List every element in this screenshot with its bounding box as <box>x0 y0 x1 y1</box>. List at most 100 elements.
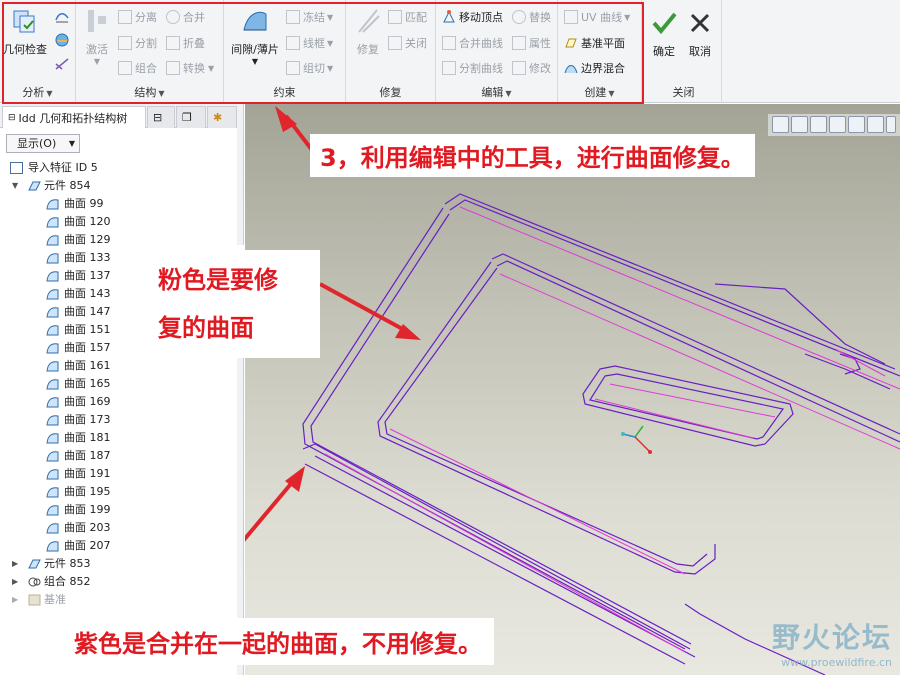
collapse-icon[interactable]: ▶ <box>12 591 18 609</box>
analysis-small-icon-1[interactable] <box>54 8 70 24</box>
group-title-analysis[interactable]: 分析 ▼ <box>0 84 75 100</box>
freeze-tool[interactable]: 冻结 ▼ <box>286 9 333 25</box>
modify-tool[interactable]: 修改 <box>512 60 551 76</box>
tree-item-surface[interactable]: 曲面 199 <box>0 501 243 519</box>
close-icon <box>690 13 710 33</box>
surface-icon <box>46 451 59 462</box>
tree-item-surface[interactable]: 曲面 187 <box>0 447 243 465</box>
activate-caret-icon: ▼ <box>93 57 101 66</box>
boundary-blend-tool[interactable]: 边界混合 <box>564 60 625 76</box>
match-tool[interactable]: 匹配 <box>388 9 427 25</box>
tab-favorites[interactable]: ✱ <box>207 106 237 128</box>
tree-item-element-853[interactable]: ▶ 元件 853 <box>0 555 243 573</box>
tree-item-combine-852[interactable]: ▶ 组合 852 <box>0 573 243 591</box>
combine-icon <box>118 61 132 75</box>
tree-item-surface[interactable]: 曲面 195 <box>0 483 243 501</box>
model-wireframe <box>245 106 900 675</box>
show-dropdown[interactable]: 显示(O) ▼ <box>6 134 80 153</box>
merge-tool[interactable]: 合并 <box>166 9 205 25</box>
modify-icon <box>512 61 526 75</box>
uv-curve-tool[interactable]: UV 曲线 ▼ <box>564 9 630 25</box>
tree-item-surface[interactable]: 曲面 165 <box>0 375 243 393</box>
tree-item-surface[interactable]: 曲面 181 <box>0 429 243 447</box>
layers-icon: ❐ <box>182 111 192 124</box>
surface-icon <box>46 325 59 336</box>
merge-curves-tool[interactable]: 合并曲线 <box>442 35 503 51</box>
split-curves-tool[interactable]: 分割曲线 <box>442 60 503 76</box>
geometry-check-button[interactable]: 几何检查 <box>2 6 48 57</box>
analysis-small-icon-2[interactable] <box>54 32 70 48</box>
uv-curve-icon <box>564 10 578 24</box>
split-label: 分割 <box>135 37 157 50</box>
expand-icon[interactable]: ▼ <box>12 177 18 195</box>
attributes-tool[interactable]: 属性 <box>512 35 551 51</box>
match-icon <box>388 10 402 24</box>
wireframe-tool[interactable]: 线框 ▼ <box>286 35 333 51</box>
group-title-structure[interactable]: 结构 ▼ <box>76 84 223 100</box>
tree-item-surface[interactable]: 曲面 173 <box>0 411 243 429</box>
tree-item-label: 曲面 169 <box>64 395 111 408</box>
activate-button[interactable]: 激活 ▼ <box>80 6 114 66</box>
surface-icon <box>46 271 59 282</box>
analysis-small-icon-3[interactable] <box>54 56 70 72</box>
datum-plane-tool[interactable]: 基准平面 <box>564 35 625 51</box>
gap-patch-label: 间隙/薄片 <box>231 43 279 56</box>
close-tool[interactable]: 关闭 <box>388 35 427 51</box>
ok-button[interactable]: 确定 <box>648 8 680 59</box>
separate-tool[interactable]: 分离 <box>118 9 157 25</box>
tab-topology-tree-label: Idd 几何和拓扑结构树 <box>18 111 128 125</box>
move-vertex-tool[interactable]: 移动顶点 <box>442 9 503 25</box>
split-tool[interactable]: 分割 <box>118 35 157 51</box>
surface-icon <box>46 433 59 444</box>
collapse-icon[interactable]: ▶ <box>12 555 18 573</box>
tree-item-label: 导入特征 ID 5 <box>28 161 98 174</box>
tree-item-element-854[interactable]: ▼ 元件 854 <box>0 177 243 195</box>
tab-structure[interactable]: ⊟ <box>147 106 175 128</box>
collapse-icon[interactable]: ▶ <box>12 573 18 591</box>
callout-pink-surfaces-overlay: 粉色是要修 复的曲面 <box>150 250 320 358</box>
merge-label: 合并 <box>183 11 205 24</box>
surface-icon <box>46 343 59 354</box>
groupcut-icon <box>286 61 300 75</box>
modify-label: 修改 <box>529 62 551 75</box>
groupcut-tool[interactable]: 组切 ▼ <box>286 60 333 76</box>
edit-title: 编辑 <box>481 86 504 99</box>
datum-icon <box>28 594 41 606</box>
tab-topology-tree[interactable]: ⊟ Idd 几何和拓扑结构树 <box>2 106 146 128</box>
surface-icon <box>46 415 59 426</box>
tree-item-datum[interactable]: ▶ 基准 <box>0 591 243 609</box>
split-curves-icon <box>442 61 456 75</box>
group-title-create[interactable]: 创建 ▼ <box>558 84 641 100</box>
structure-title: 结构 <box>134 86 157 99</box>
convert-caret-icon: ▼ <box>208 63 215 73</box>
group-title-edit[interactable]: 编辑 ▼ <box>436 84 557 100</box>
merge-curves-icon <box>442 36 456 50</box>
tree-item-import-feature[interactable]: 导入特征 ID 5 <box>0 159 243 177</box>
tree-item-surface[interactable]: 曲面 99 <box>0 195 243 213</box>
tree-item-surface[interactable]: 曲面 203 <box>0 519 243 537</box>
convert-tool[interactable]: 转换 ▼ <box>166 60 214 76</box>
tree-item-surface[interactable]: 曲面 120 <box>0 213 243 231</box>
wireframe-label: 线框 <box>303 37 325 50</box>
group-title-repair: 修复 <box>346 84 435 100</box>
combine-tool[interactable]: 组合 <box>118 60 157 76</box>
fold-tool[interactable]: 折叠 <box>166 35 205 51</box>
gap-patch-button[interactable]: 间隙/薄片 ▼ <box>228 6 282 66</box>
tree-item-surface[interactable]: 曲面 169 <box>0 393 243 411</box>
cancel-button[interactable]: 取消 <box>684 8 716 59</box>
tree-item-surface[interactable]: 曲面 207 <box>0 537 243 555</box>
tab-layers[interactable]: ❐ <box>176 106 206 128</box>
tree-item-surface[interactable]: 曲面 191 <box>0 465 243 483</box>
scrollbar[interactable] <box>237 104 243 675</box>
ok-label: 确定 <box>653 45 675 58</box>
tree-item-label: 曲面 137 <box>64 269 111 282</box>
surface-icon <box>46 361 59 372</box>
fold-icon <box>166 36 180 50</box>
tree-item-label: 曲面 181 <box>64 431 111 444</box>
replace-tool[interactable]: 替换 <box>512 9 551 25</box>
repair-button[interactable]: 修复 <box>350 6 386 57</box>
element-icon <box>28 181 41 191</box>
tree-item-surface[interactable]: 曲面 161 <box>0 357 243 375</box>
repair-title: 修复 <box>379 86 402 99</box>
graphics-viewport[interactable]: 3，利用编辑中的工具，进行曲面修复。 粉色是要修 复的曲面 野火论坛 www.p… <box>245 104 900 675</box>
